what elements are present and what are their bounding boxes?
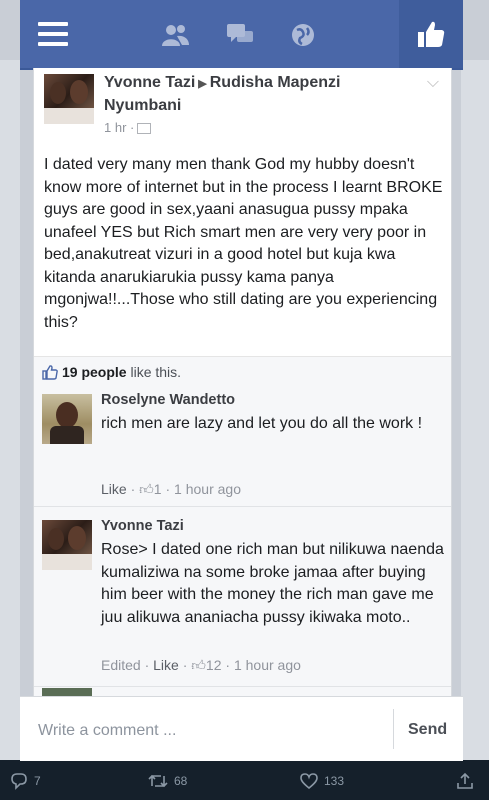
facebook-top-bar — [20, 0, 463, 70]
commenter-avatar[interactable] — [42, 394, 92, 444]
comment-like-count[interactable]: 12 — [206, 657, 222, 673]
messages-icon[interactable] — [225, 22, 255, 48]
reply-count: 7 — [34, 774, 41, 788]
reply-button[interactable]: 7 — [10, 772, 41, 790]
blurred-page-left — [0, 60, 20, 760]
comment-like-thumb-icon: 👍︎ — [139, 481, 154, 497]
chevron-down-icon[interactable]: ⌵ — [427, 74, 439, 92]
author-name[interactable]: Yvonne Tazi — [104, 74, 195, 91]
comment-text: Rose> I dated one rich man but nilikuwa … — [101, 541, 444, 626]
like-notifications-button[interactable] — [399, 0, 463, 68]
comment-like-link[interactable]: Like — [101, 481, 127, 497]
comment-time: 1 hour ago — [174, 481, 241, 497]
hamburger-icon[interactable] — [38, 22, 68, 46]
likes-count[interactable]: 19 people — [62, 364, 127, 380]
reply-icon — [11, 773, 27, 790]
globe-icon[interactable] — [288, 22, 318, 48]
post-header: Yvonne Tazi ▶ Rudisha Mapenzi Nyumbani — [104, 72, 414, 116]
retweet-icon — [148, 774, 168, 788]
comment-like-count[interactable]: 1 — [154, 481, 162, 497]
comment-like-link[interactable]: Like — [153, 657, 179, 673]
arrow-right-icon: ▶ — [198, 78, 207, 90]
comment-item: Roselyne Wandetto rich men are lazy and … — [34, 386, 451, 498]
thumbs-up-icon — [418, 21, 445, 47]
like-button[interactable]: 133 — [300, 772, 344, 790]
audience-icon — [137, 123, 152, 135]
likes-text: 19 people like this. — [62, 364, 181, 380]
post-card: Yvonne Tazi ▶ Rudisha Mapenzi Nyumbani 1 h… — [33, 68, 452, 387]
blurred-page-right — [461, 60, 489, 760]
retweet-button[interactable]: 68 — [148, 772, 187, 790]
post-time-text: 1 hr · — [104, 120, 135, 135]
edited-label[interactable]: Edited · — [101, 657, 149, 673]
like-count: 133 — [324, 774, 345, 788]
composer-divider — [393, 709, 394, 749]
retweet-count: 68 — [174, 774, 188, 788]
likes-suffix: like this. — [130, 364, 182, 380]
comment-time: 1 hour ago — [233, 657, 301, 673]
heart-icon — [300, 773, 318, 790]
comment-text: rich men are lazy and let you do all the… — [101, 415, 423, 432]
share-button[interactable] — [456, 772, 474, 790]
comment-meta: Edited · Like · 👍︎12 · 1 hour ago — [101, 657, 301, 673]
comment-meta: Like · 👍︎1 · 1 hour ago — [101, 481, 241, 497]
post-body: I dated very many men thank God my hubby… — [44, 156, 443, 331]
next-commenter-avatar — [42, 688, 92, 696]
friends-icon[interactable] — [160, 22, 190, 48]
comment-composer: Write a comment ... Send — [20, 696, 463, 761]
commenter-avatar[interactable] — [42, 520, 92, 570]
like-thumb-icon — [42, 365, 58, 380]
comment-item: Yvonne Tazi Rose> I dated one rich man b… — [34, 512, 451, 682]
comment-input[interactable]: Write a comment ... — [38, 722, 176, 740]
comment-divider — [34, 686, 451, 687]
commenter-name[interactable]: Yvonne Tazi — [101, 518, 184, 534]
comment-divider — [34, 506, 451, 507]
send-button[interactable]: Send — [408, 721, 447, 739]
author-avatar[interactable] — [44, 74, 94, 124]
commenter-name[interactable]: Roselyne Wandetto — [101, 392, 235, 408]
likes-summary[interactable]: 19 people like this. — [34, 356, 451, 387]
tweet-action-bar: 7 68 133 — [0, 764, 489, 800]
share-icon — [457, 772, 473, 789]
post-timestamp: 1 hr · — [104, 120, 152, 135]
comments-list: Roselyne Wandetto rich men are lazy and … — [33, 386, 452, 696]
comment-like-thumb-icon: 👍︎ — [191, 657, 206, 673]
